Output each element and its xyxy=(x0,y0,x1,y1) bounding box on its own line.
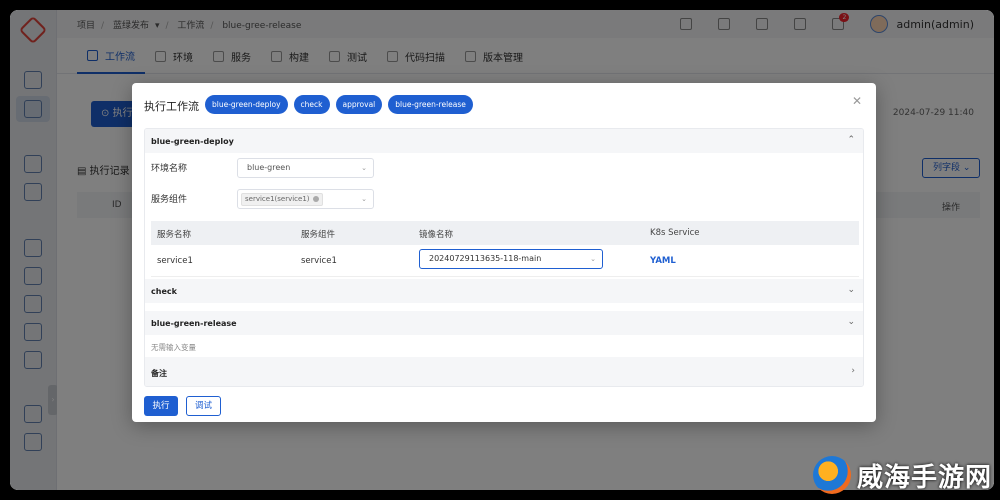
service-table-header: 服务名称 服务组件 镜像名称 K8s Service xyxy=(151,221,859,245)
chevron-down-icon[interactable]: ⌄ xyxy=(847,317,855,327)
debug-button[interactable]: 调试 xyxy=(186,396,221,416)
table-row: service1 service1 20240729113635-118-mai… xyxy=(151,245,859,277)
section-title: blue-green-release xyxy=(151,319,237,328)
section-title: 备注 xyxy=(151,369,167,378)
watermark-text: 威海手游网 xyxy=(856,462,992,493)
component-tag-label: service1(service1) xyxy=(245,195,310,203)
column-header: 镜像名称 xyxy=(419,230,454,240)
env-name-label: 环境名称 xyxy=(151,164,188,174)
chevron-down-icon: ⌄ xyxy=(590,255,596,263)
remove-tag-icon[interactable] xyxy=(312,196,319,202)
section-title: check xyxy=(151,287,177,296)
column-header: K8s Service xyxy=(650,228,700,238)
stages-panel: blue-green-deploy ⌃ 环境名称 blue-green ⌄ 服务组… xyxy=(144,128,864,387)
service-component-select[interactable]: service1(service1) ⌄ xyxy=(237,189,374,209)
service-name-cell: service1 xyxy=(157,256,193,266)
service-table: 服务名称 服务组件 镜像名称 K8s Service service1 serv… xyxy=(151,221,859,277)
no-input-variables-note: 无需输入变量 xyxy=(151,343,196,352)
chevron-up-icon[interactable]: ⌃ xyxy=(847,135,855,145)
chevron-down-icon: ⌄ xyxy=(361,164,367,172)
close-icon[interactable]: ✕ xyxy=(852,94,862,108)
service-component-label: 服务组件 xyxy=(151,195,188,205)
column-header: 服务组件 xyxy=(301,230,336,240)
chevron-right-icon[interactable]: › xyxy=(851,366,855,376)
stage-chip[interactable]: blue-green-release xyxy=(388,95,473,114)
env-select[interactable]: blue-green ⌄ xyxy=(237,158,374,178)
site-watermark: 威海手游网 xyxy=(812,456,992,494)
dialog-title: 执行工作流 xyxy=(144,100,199,113)
image-select-value: 20240729113635-118-main xyxy=(429,254,542,263)
section-header-release[interactable]: blue-green-release ⌄ xyxy=(145,311,863,335)
run-button[interactable]: 执行 xyxy=(144,396,178,416)
watermark-logo-icon xyxy=(812,456,851,494)
chevron-down-icon[interactable]: ⌄ xyxy=(847,285,855,295)
section-header-remark[interactable]: 备注 › xyxy=(145,357,863,386)
stage-chip[interactable]: check xyxy=(293,95,330,114)
service-component-cell: service1 xyxy=(301,256,337,266)
stage-chip[interactable]: blue-green-deploy xyxy=(205,95,288,114)
image-select[interactable]: 20240729113635-118-main ⌄ xyxy=(419,249,603,269)
section-header-check[interactable]: check ⌄ xyxy=(145,279,863,303)
section-header-deploy[interactable]: blue-green-deploy ⌃ xyxy=(145,129,863,153)
chevron-down-icon: ⌄ xyxy=(361,195,367,203)
stage-chip[interactable]: approval xyxy=(335,95,383,114)
run-workflow-dialog: 执行工作流 blue-green-deploy check approval b… xyxy=(132,83,876,422)
section-title: blue-green-deploy xyxy=(151,137,234,146)
component-tag: service1(service1) xyxy=(241,193,323,206)
column-header: 服务名称 xyxy=(157,230,192,240)
env-select-value: blue-green xyxy=(247,163,291,172)
stage-chips: blue-green-deploy check approval blue-gr… xyxy=(205,95,473,114)
yaml-link[interactable]: YAML xyxy=(650,256,676,266)
